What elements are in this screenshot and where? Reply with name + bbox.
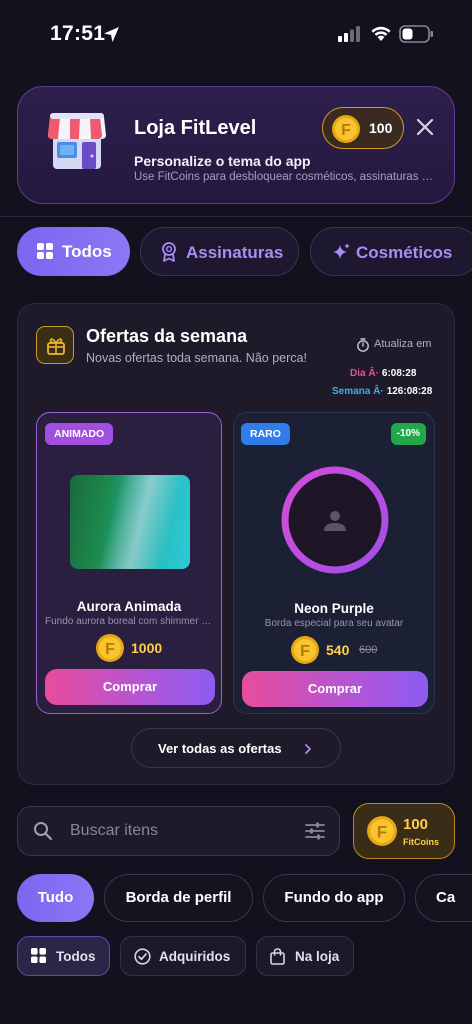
gift-icon [47, 338, 65, 355]
ownership-filter-owned[interactable]: Adquiridos [120, 936, 246, 976]
store-title: Loja FitLevel [134, 117, 257, 139]
buy-button-aurora[interactable]: Comprar [45, 669, 215, 705]
tab-all[interactable]: Todos [17, 227, 130, 276]
filter-chip-app-background[interactable]: Fundo do app [263, 874, 405, 922]
header-coin-amount: 100 [369, 120, 393, 136]
filter-chip-more[interactable]: Ca [415, 874, 472, 922]
refresh-label: Atualiza em [374, 338, 432, 350]
coin-icon: F [96, 634, 124, 662]
check-circle-icon [134, 948, 151, 965]
status-time: 17:51 [50, 22, 106, 45]
balance-unit: FitCoins [403, 837, 439, 847]
tab-cosmetics-label: Cosméticos [356, 243, 453, 262]
offer-description: Fundo aurora boreal com shimmer animado [45, 616, 213, 627]
tab-all-label: Todos [62, 242, 112, 261]
tab-subscriptions-label: Assinaturas [186, 243, 284, 262]
close-icon[interactable] [415, 117, 435, 137]
offer-price: F 1000 [37, 633, 221, 663]
daily-timer-label: Dia Â· [350, 368, 379, 379]
coin-icon: F [332, 115, 360, 143]
ownership-all-label: Todos [56, 949, 96, 964]
ownership-filter-in-store[interactable]: Na loja [256, 936, 354, 976]
storefront-icon [48, 113, 106, 169]
fitcoins-balance-card: F 100 FitCoins [353, 803, 455, 859]
ownership-owned-label: Adquiridos [159, 949, 231, 964]
store-description: Use FitCoins para desbloquear cosméticos… [134, 171, 439, 183]
shopping-bag-icon [270, 948, 285, 965]
ownership-filter-all[interactable]: Todos [17, 936, 110, 976]
grid-icon [31, 948, 46, 963]
offer-old-price: 600 [359, 644, 378, 656]
tab-subscriptions[interactable]: Assinaturas [140, 227, 299, 276]
status-bar: 17:51 [0, 0, 472, 70]
offers-subtitle: Novas ofertas toda semana. Não perca! [86, 351, 307, 365]
svg-text:F: F [105, 641, 115, 658]
offer-name: Aurora Animada [76, 599, 182, 614]
svg-text:F: F [377, 822, 387, 841]
person-icon [324, 511, 346, 531]
medal-icon [162, 242, 176, 262]
weekly-timer-label: Semana Â· [332, 386, 384, 397]
svg-text:F: F [341, 122, 351, 139]
see-all-label: Ver todas as ofertas [158, 741, 282, 756]
badge-rare: RARO [241, 423, 290, 445]
offer-name: Neon Purple [294, 601, 374, 616]
search-icon [34, 822, 53, 841]
see-all-offers-button[interactable]: Ver todas as ofertas [131, 728, 341, 768]
filter-sliders-icon[interactable] [305, 822, 325, 840]
ownership-store-label: Na loja [295, 949, 340, 964]
offers-title: Ofertas da semana [86, 326, 248, 346]
battery-icon [399, 25, 433, 43]
store-subtitle: Personalize o tema do app [134, 153, 311, 169]
aurora-shimmer [93, 475, 189, 569]
buy-button-neon-purple[interactable]: Comprar [242, 671, 428, 707]
header-divider [0, 216, 472, 217]
daily-timer-value: 6:08:28 [381, 368, 417, 379]
offer-description: Borda especial para seu avatar [264, 618, 404, 629]
coin-icon: F [291, 636, 319, 664]
weekly-offers-panel: Ofertas da semana Novas ofertas toda sem… [17, 303, 455, 785]
filter-chip-profile-border[interactable]: Borda de perfil [104, 874, 253, 922]
discount-badge: -10% [390, 423, 426, 445]
daily-timer: Dia Â· 6:08:28 [350, 368, 416, 379]
location-arrow-icon [104, 27, 119, 42]
search-bar[interactable] [17, 806, 340, 856]
offer-price-value: 1000 [131, 640, 163, 656]
weekly-timer-value: 126:08:28 [386, 386, 433, 397]
tab-cosmetics[interactable]: Cosméticos [310, 227, 472, 276]
coin-icon: F [367, 816, 397, 846]
search-input[interactable] [70, 819, 290, 843]
balance-amount: 100 [403, 816, 429, 833]
aurora-background-preview [70, 475, 190, 569]
filter-chip-all[interactable]: Tudo [17, 874, 94, 922]
offer-card-aurora[interactable]: ANIMADO Aurora Animada Fundo aurora bore… [36, 412, 222, 714]
sparkle-icon [333, 243, 350, 259]
header-coin-balance: F 100 [322, 107, 404, 149]
offer-card-neon-purple[interactable]: RARO -10% Neon Purple Borda especial par… [233, 412, 435, 714]
chevron-right-icon [305, 744, 311, 754]
offer-price-value: 540 [326, 642, 350, 658]
store-header-card: Loja FitLevel Personalize o tema do app … [17, 86, 455, 204]
badge-animated: ANIMADO [45, 423, 114, 445]
timer-icon [357, 338, 369, 352]
svg-text:F: F [300, 643, 310, 660]
offers-badge [36, 326, 74, 364]
offer-price: F 540 600 [234, 635, 434, 665]
wifi-icon [371, 26, 391, 41]
grid-icon [37, 243, 53, 259]
weekly-timer: Semana Â· 126:08:28 [332, 386, 432, 397]
cellular-signal-icon [338, 26, 360, 42]
